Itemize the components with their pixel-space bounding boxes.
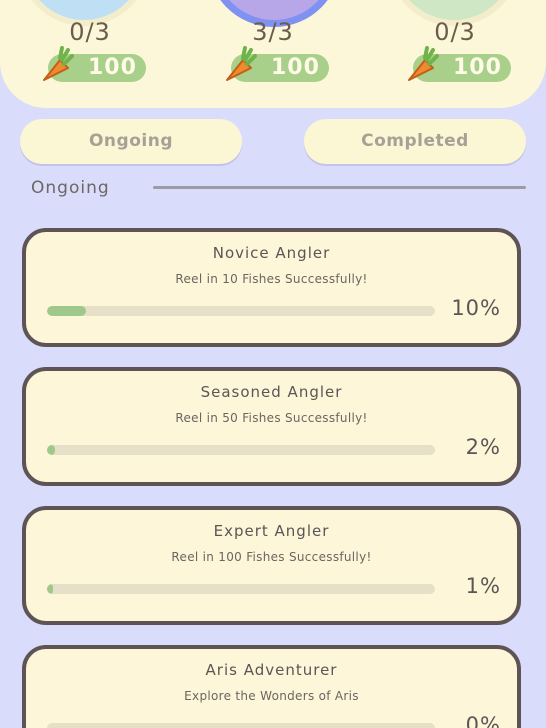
reward-pill: 100 xyxy=(43,46,146,82)
quest-description: Explore the Wonders of Aris xyxy=(184,689,359,703)
challenge-progress: 3/3 xyxy=(252,18,294,46)
challenge-progress: 0/3 xyxy=(434,18,476,46)
quest-card[interactable]: Novice Angler Reel in 10 Fishes Successf… xyxy=(22,228,521,347)
reward-amount: 100 xyxy=(88,55,137,80)
quest-description: Reel in 100 Fishes Successfully! xyxy=(171,550,372,564)
progress-bar xyxy=(47,445,435,455)
quest-percent: 10% xyxy=(451,296,501,320)
challenge-3-info: 0/3 100 xyxy=(385,0,525,100)
quest-title: Novice Angler xyxy=(212,244,331,262)
challenge-progress: 0/3 xyxy=(69,18,111,46)
carrot-icon xyxy=(408,46,439,81)
challenge-2-info: 3/3 100 xyxy=(203,0,343,100)
quest-description: Reel in 50 Fishes Successfully! xyxy=(175,411,368,425)
progress-bar xyxy=(47,723,435,728)
quest-title: Expert Angler xyxy=(213,522,330,540)
tab-ongoing[interactable]: Ongoing xyxy=(20,119,242,164)
quest-percent: 0% xyxy=(465,713,501,728)
reward-pill: 100 xyxy=(408,46,511,82)
carrot-icon xyxy=(226,46,257,81)
quest-card[interactable]: Seasoned Angler Reel in 50 Fishes Succes… xyxy=(22,367,521,486)
progress-bar xyxy=(47,584,435,594)
quest-description: Reel in 10 Fishes Successfully! xyxy=(175,272,368,286)
progress-fill xyxy=(47,584,53,594)
tab-completed[interactable]: Completed xyxy=(304,119,526,164)
challenge-1-info: 0/3 100 xyxy=(20,0,160,100)
quest-percent: 1% xyxy=(465,574,501,598)
progress-bar xyxy=(47,306,435,316)
progress-fill xyxy=(47,306,86,316)
quest-title: Aris Adventurer xyxy=(205,661,338,679)
quest-card[interactable]: Expert Angler Reel in 100 Fishes Success… xyxy=(22,506,521,625)
section-divider xyxy=(153,186,526,189)
reward-pill: 100 xyxy=(226,46,329,82)
quest-card[interactable]: Aris Adventurer Explore the Wonders of A… xyxy=(22,645,521,728)
section-title: Ongoing xyxy=(31,178,110,198)
carrot-icon xyxy=(43,46,74,81)
reward-amount: 100 xyxy=(271,55,320,80)
quest-title: Seasoned Angler xyxy=(200,383,343,401)
progress-fill xyxy=(47,445,55,455)
reward-amount: 100 xyxy=(453,55,502,80)
quest-percent: 2% xyxy=(465,435,501,459)
